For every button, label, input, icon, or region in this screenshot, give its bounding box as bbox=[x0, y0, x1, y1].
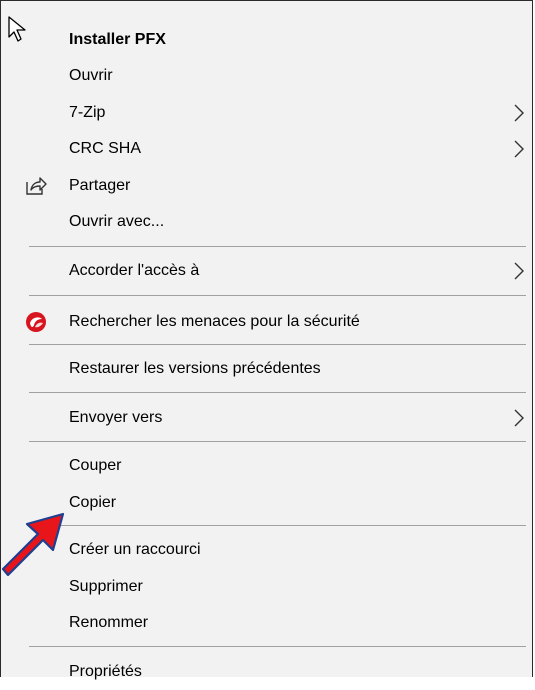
menu-item-label: CRC SHA bbox=[69, 140, 142, 157]
menu-item-rechercher-menaces[interactable]: Rechercher les menaces pour la sécurité bbox=[1, 304, 532, 340]
menu-item-7zip[interactable]: 7-Zip bbox=[1, 95, 532, 131]
chevron-right-icon bbox=[514, 140, 524, 158]
menu-separator bbox=[29, 246, 526, 247]
chevron-right-icon bbox=[514, 409, 524, 427]
menu-item-label: Restaurer les versions précédentes bbox=[69, 360, 321, 377]
menu-item-label: Envoyer vers bbox=[69, 409, 163, 426]
chevron-right-icon bbox=[514, 262, 524, 280]
menu-item-label: Couper bbox=[69, 457, 122, 474]
menu-item-ouvrir[interactable]: Ouvrir bbox=[1, 58, 532, 94]
menu-item-couper[interactable]: Couper bbox=[1, 448, 532, 484]
menu-item-restaurer-versions[interactable]: Restaurer les versions précédentes bbox=[1, 351, 532, 387]
menu-item-creer-raccourci[interactable]: Créer un raccourci bbox=[1, 532, 532, 568]
menu-item-label: Installer PFX bbox=[69, 31, 166, 48]
menu-item-proprietes[interactable]: Propriétés bbox=[1, 654, 532, 690]
share-icon bbox=[26, 177, 47, 195]
chevron-right-icon bbox=[514, 104, 524, 122]
red-arrow-annotation bbox=[1, 512, 65, 577]
menu-item-partager[interactable]: Partager bbox=[1, 168, 532, 204]
menu-item-label: Propriétés bbox=[69, 663, 142, 680]
menu-item-label: Rechercher les menaces pour la sécurité bbox=[69, 313, 360, 330]
menu-item-label: Supprimer bbox=[69, 578, 143, 595]
menu-item-renommer[interactable]: Renommer bbox=[1, 605, 532, 641]
menu-separator bbox=[29, 344, 526, 345]
context-menu: Installer PFX Ouvrir 7-Zip CRC SHA Parta… bbox=[0, 0, 533, 680]
menu-separator bbox=[29, 525, 526, 526]
menu-item-label: Ouvrir bbox=[69, 67, 113, 84]
menu-item-accorder-acces[interactable]: Accorder l'accès à bbox=[1, 253, 532, 289]
menu-separator bbox=[29, 441, 526, 442]
menu-item-label: Accorder l'accès à bbox=[69, 262, 200, 279]
menu-item-label: Ouvrir avec... bbox=[69, 213, 165, 230]
menu-separator bbox=[29, 392, 526, 393]
menu-separator bbox=[29, 295, 526, 296]
menu-item-label: Créer un raccourci bbox=[69, 541, 201, 558]
menu-item-label: 7-Zip bbox=[69, 104, 106, 121]
menu-item-crc-sha[interactable]: CRC SHA bbox=[1, 131, 532, 167]
menu-item-label: Renommer bbox=[69, 614, 149, 631]
menu-item-label: Copier bbox=[69, 494, 117, 511]
menu-item-copier[interactable]: Copier bbox=[1, 485, 532, 521]
security-scan-icon bbox=[26, 312, 46, 332]
menu-separator bbox=[29, 646, 526, 647]
menu-item-ouvrir-avec[interactable]: Ouvrir avec... bbox=[1, 204, 532, 240]
menu-item-envoyer-vers[interactable]: Envoyer vers bbox=[1, 400, 532, 436]
menu-item-label: Partager bbox=[69, 177, 131, 194]
menu-item-installer-pfx[interactable]: Installer PFX bbox=[1, 22, 532, 58]
menu-item-supprimer[interactable]: Supprimer bbox=[1, 569, 532, 605]
